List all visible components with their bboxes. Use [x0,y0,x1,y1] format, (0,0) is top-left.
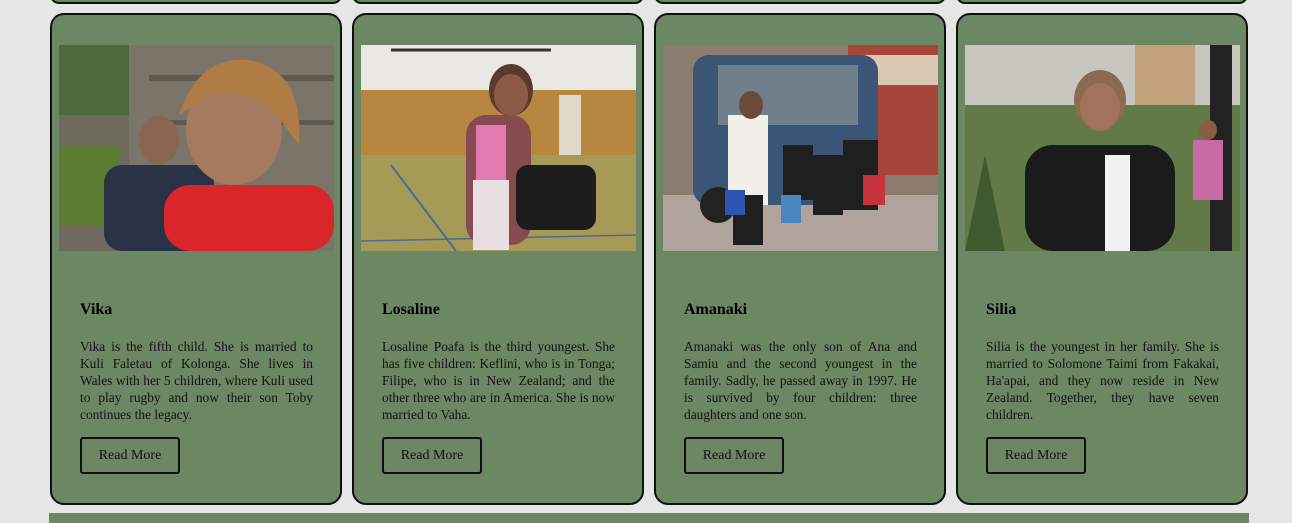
family-card-silia: Silia Silia is the youngest in her famil… [956,13,1248,505]
family-card-vika: Vika Vika is the fifth child. She is mar… [50,13,342,505]
previous-row-card-edge [50,0,342,4]
card-name: Losaline [382,301,440,318]
read-more-button[interactable]: Read More [684,437,784,474]
family-card-losaline: Losaline Losaline Poafa is the third you… [352,13,644,505]
footer-band [49,513,1249,523]
family-card-amanaki: Amanaki Amanaki was the only son of Ana … [654,13,946,505]
amanaki-photo [663,45,938,251]
previous-row-card-edge [654,0,946,4]
card-description: Silia is the youngest in her family. She… [986,339,1219,422]
card-name: Silia [986,301,1017,318]
read-more-button[interactable]: Read More [382,437,482,474]
read-more-button[interactable]: Read More [80,437,180,474]
losaline-photo [361,45,636,251]
read-more-button[interactable]: Read More [986,437,1086,474]
card-description: Losaline Poafa is the third youngest. Sh… [382,339,615,422]
previous-row-card-edge [352,0,644,4]
family-cards-row: Vika Vika is the fifth child. She is mar… [50,13,1248,505]
card-description: Vika is the fifth child. She is married … [80,339,313,422]
vika-photo [59,45,334,251]
card-name: Amanaki [684,301,748,318]
card-description: Amanaki was the only son of Ana and Sami… [684,339,917,422]
previous-row-card-edge [956,0,1248,4]
silia-photo [965,45,1240,251]
card-name: Vika [80,301,113,318]
